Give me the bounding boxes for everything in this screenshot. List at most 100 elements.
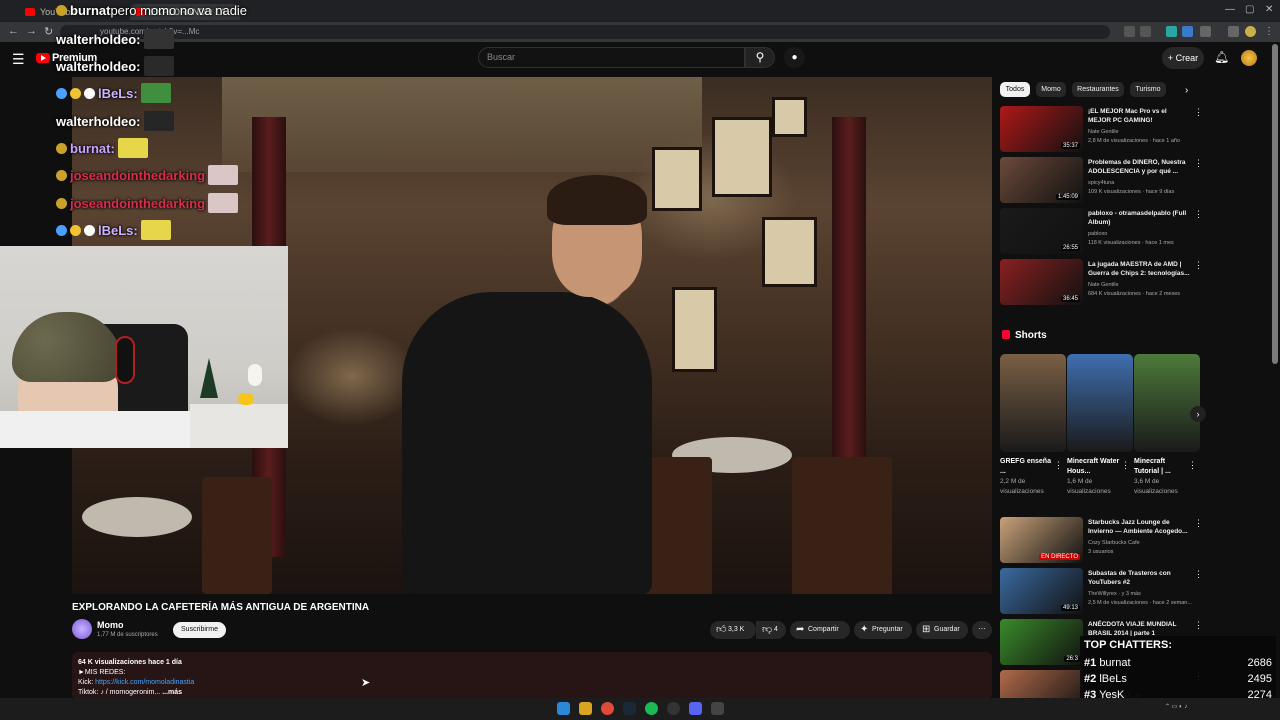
chat-badge-icon (70, 225, 81, 236)
recommended-video[interactable]: EN DIRECTO Starbucks Jazz Lounge de Invie… (1000, 517, 1203, 563)
video-title[interactable]: Problemas de DINERO, Nuestra ADOLESCENCI… (1088, 158, 1190, 176)
video-thumbnail[interactable]: EN DIRECTO (1000, 517, 1083, 563)
more-options-icon[interactable]: ⋮ (1194, 569, 1203, 580)
minimize-icon[interactable]: — (1225, 4, 1235, 15)
short-title[interactable]: GREFG enseña ... (1000, 457, 1054, 477)
video-thumbnail[interactable]: 49:13 (1000, 568, 1083, 614)
short-thumbnail[interactable] (1134, 354, 1200, 452)
more-actions-button[interactable]: ⋯ (972, 621, 992, 639)
video-thumbnail[interactable]: 26:55 (1000, 208, 1083, 254)
short-item[interactable]: GREFG enseña ... 2,2 M de visualizaciones… (1000, 354, 1066, 497)
recommended-video[interactable]: 35:37 ¡EL MEJOR Mac Pro vs el MEJOR PC GA… (1000, 106, 1203, 152)
tray-icons[interactable]: ⌃ ▭ ◐ ♪ (1165, 703, 1187, 710)
maximize-icon[interactable]: ▢ (1245, 4, 1254, 15)
close-window-icon[interactable]: ✕ (1265, 4, 1273, 15)
forward-icon[interactable]: → (26, 25, 37, 37)
video-thumbnail[interactable]: 1:45:09 (1000, 157, 1083, 203)
file-explorer-icon[interactable] (579, 702, 592, 715)
spotify-icon[interactable] (645, 702, 658, 715)
tab-search-icon[interactable] (1228, 26, 1239, 37)
save-button[interactable]: ⊞ Guardar (916, 621, 968, 639)
more-options-icon[interactable]: ⋮ (1194, 518, 1203, 529)
video-thumbnail[interactable]: 36:45 (1000, 259, 1083, 305)
video-title[interactable]: Subastas de Trasteros con YouTubers #2 (1088, 569, 1190, 587)
reload-icon[interactable]: ↻ (44, 25, 53, 38)
start-menu-icon[interactable] (557, 702, 570, 715)
video-title[interactable]: ¡EL MEJOR Mac Pro vs el MEJOR PC GAMING! (1088, 107, 1190, 125)
video-thumbnail[interactable]: 26:3 (1000, 619, 1083, 665)
hamburger-menu-icon[interactable]: ☰ (12, 51, 25, 68)
video-channel[interactable]: pabloxo (1088, 230, 1107, 238)
more-options-icon[interactable]: ⋮ (1054, 460, 1063, 471)
ask-label: Preguntar (872, 626, 903, 633)
more-options-icon[interactable]: ⋮ (1194, 158, 1203, 169)
short-thumbnail[interactable] (1000, 354, 1066, 452)
shorts-next-button[interactable]: › (1190, 406, 1206, 422)
channel-name[interactable]: Momo (97, 620, 124, 630)
more-options-icon[interactable]: ⋮ (1188, 460, 1197, 471)
bell-icon[interactable]: 🔔︎ (1214, 50, 1229, 64)
voice-search-button[interactable]: ● (784, 47, 805, 68)
recommended-video[interactable]: 26:55 pabloxo - otramasdelpablo (Full Alb… (1000, 208, 1203, 254)
chip-restaurantes[interactable]: Restaurantes (1072, 82, 1124, 97)
chatter-rank: #1 (1084, 657, 1097, 669)
video-channel[interactable]: Nate Gentile (1088, 281, 1119, 289)
short-title[interactable]: Minecraft Water Hous... (1067, 457, 1121, 477)
page-scrollbar[interactable] (1272, 44, 1278, 364)
chat-badge-icon (56, 198, 67, 209)
extension-icon[interactable] (1166, 26, 1177, 37)
install-icon[interactable] (1124, 26, 1135, 37)
bookmark-star-icon[interactable] (1140, 26, 1151, 37)
search-button[interactable]: ⚲ (745, 47, 775, 68)
dislike-button[interactable]: 👎︎ 4 (756, 621, 786, 639)
chip-turismo[interactable]: Turismo (1130, 82, 1166, 97)
video-channel[interactable]: Cozy Starbucks Cafe (1088, 539, 1140, 547)
video-title[interactable]: La jugada MAESTRA de AMD | Guerra de Chi… (1088, 260, 1190, 278)
video-thumbnail[interactable]: 35:37 (1000, 106, 1083, 152)
video-scene-table (82, 497, 192, 537)
obs-icon[interactable] (667, 702, 680, 715)
extensions-puzzle-icon[interactable] (1200, 26, 1211, 37)
short-thumbnail[interactable] (1067, 354, 1133, 452)
video-description[interactable]: 64 K visualizaciones hace 1 día ►MIS RED… (72, 652, 992, 700)
back-icon[interactable]: ← (8, 25, 19, 37)
chevron-right-icon[interactable]: › (1185, 85, 1188, 96)
create-button[interactable]: + Crear (1162, 47, 1204, 69)
account-avatar[interactable] (1241, 50, 1257, 66)
recommended-video[interactable]: 36:45 La jugada MAESTRA de AMD | Guerra d… (1000, 259, 1203, 305)
chat-badge-icon (70, 88, 81, 99)
chip-todos[interactable]: Todos (1000, 82, 1030, 97)
more-options-icon[interactable]: ⋮ (1194, 260, 1203, 271)
discord-icon[interactable] (689, 702, 702, 715)
video-channel[interactable]: Nate Gentile (1088, 128, 1119, 136)
browser-menu-icon[interactable]: ⋮ (1264, 26, 1275, 37)
short-title[interactable]: Minecraft Tutorial | ... (1134, 457, 1188, 477)
more-options-icon[interactable]: ⋮ (1194, 620, 1203, 631)
channel-avatar[interactable] (72, 619, 92, 639)
app-icon[interactable] (711, 702, 724, 715)
extension-icon[interactable] (1182, 26, 1193, 37)
chrome-icon[interactable] (601, 702, 614, 715)
video-title[interactable]: Starbucks Jazz Lounge de Invierno — Ambi… (1088, 518, 1190, 536)
webcam-shirt (0, 411, 200, 448)
kick-link[interactable]: https://kick.com/momoladinastia (95, 679, 194, 686)
show-more-link[interactable]: ...más (162, 689, 182, 696)
video-channel[interactable]: TheWillyrex · y 3 más (1088, 590, 1141, 598)
more-options-icon[interactable]: ⋮ (1194, 107, 1203, 118)
steam-icon[interactable] (623, 702, 636, 715)
subscribe-button[interactable]: Suscribirme (173, 622, 226, 638)
more-options-icon[interactable]: ⋮ (1194, 209, 1203, 220)
like-button[interactable]: 👍︎ 3,3 K (710, 621, 756, 639)
search-input[interactable]: Buscar (478, 47, 745, 68)
chip-momo[interactable]: Momo (1036, 82, 1066, 97)
short-item[interactable]: Minecraft Tutorial | ... 3,6 M de visuali… (1134, 354, 1200, 497)
share-button[interactable]: ➦ Compartir (790, 621, 850, 639)
recommended-video[interactable]: 1:45:09 Problemas de DINERO, Nuestra ADOL… (1000, 157, 1203, 203)
short-item[interactable]: Minecraft Water Hous... 1,6 M de visualiz… (1067, 354, 1133, 497)
video-channel[interactable]: spicy4tuna (1088, 179, 1114, 187)
profile-icon[interactable] (1245, 26, 1256, 37)
recommended-video[interactable]: 49:13 Subastas de Trasteros con YouTubers… (1000, 568, 1203, 614)
ask-button[interactable]: ✦ Preguntar (854, 621, 912, 639)
more-options-icon[interactable]: ⋮ (1121, 460, 1130, 471)
video-title[interactable]: pabloxo - otramasdelpablo (Full Album) (1088, 209, 1190, 227)
